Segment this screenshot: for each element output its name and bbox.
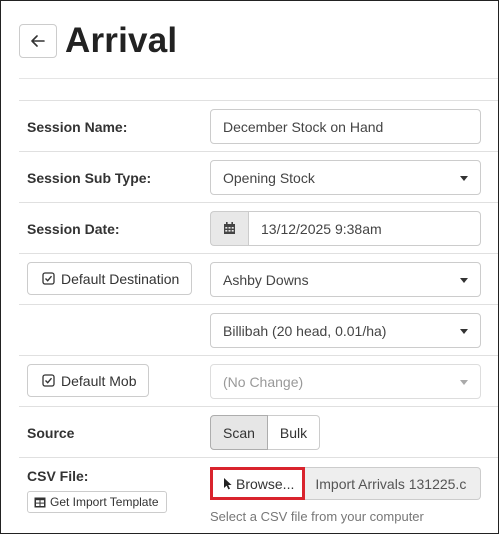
- caret-down-icon: [460, 278, 468, 283]
- destination-paddock-select[interactable]: Billibah (20 head, 0.01/ha): [210, 313, 481, 348]
- session-name-row: Session Name: December Stock on Hand: [19, 101, 498, 152]
- default-destination-button[interactable]: Default Destination: [27, 262, 193, 295]
- page-title: Arrival: [65, 21, 178, 60]
- destination-paddock-row: Billibah (20 head, 0.01/ha): [19, 305, 498, 356]
- default-mob-button[interactable]: Default Mob: [27, 364, 150, 397]
- source-bulk-button[interactable]: Bulk: [267, 415, 321, 450]
- source-label: Source: [27, 424, 75, 441]
- caret-down-icon: [460, 380, 468, 385]
- default-mob-value: (No Change): [223, 373, 304, 390]
- source-toggle-group: Scan Bulk: [210, 415, 321, 450]
- csv-file-label: CSV File:: [27, 468, 89, 484]
- default-mob-row: Default Mob (No Change): [19, 356, 498, 407]
- browse-label: Browse...: [236, 475, 295, 492]
- csv-help-text: Select a CSV file from your computer: [210, 509, 424, 524]
- session-date-row: Session Date: 13/12/2025 9:38am: [19, 203, 498, 254]
- session-name-input[interactable]: December Stock on Hand: [210, 109, 481, 144]
- csv-file-row: CSV File: Get Import Template Browse... …: [19, 458, 498, 533]
- destination-property-value: Ashby Downs: [223, 271, 309, 288]
- browse-button[interactable]: Browse...: [210, 467, 306, 500]
- session-form: Session Name: December Stock on Hand Ses…: [19, 100, 498, 533]
- session-sub-type-value: Opening Stock: [223, 169, 315, 186]
- default-destination-label: Default Destination: [61, 270, 180, 287]
- default-destination-row: Default Destination Ashby Downs: [19, 254, 498, 305]
- get-import-template-label: Get Import Template: [50, 495, 159, 509]
- calendar-icon: [223, 222, 236, 235]
- checkbox-checked-icon: [42, 272, 55, 285]
- header-divider: [19, 78, 498, 79]
- selected-file-name: Import Arrivals 131225.c: [305, 467, 481, 500]
- source-row: Source Scan Bulk: [19, 407, 498, 458]
- session-name-label: Session Name:: [27, 118, 128, 135]
- default-mob-label: Default Mob: [61, 372, 137, 389]
- csv-file-picker: Browse... Import Arrivals 131225.c: [210, 467, 481, 500]
- caret-down-icon: [460, 176, 468, 181]
- back-button[interactable]: [19, 24, 57, 58]
- calendar-button[interactable]: [210, 211, 248, 246]
- session-date-picker: 13/12/2025 9:38am: [210, 211, 481, 246]
- caret-down-icon: [460, 329, 468, 334]
- session-sub-type-select[interactable]: Opening Stock: [210, 160, 481, 195]
- cursor-pointer-icon: [223, 477, 233, 490]
- checkbox-checked-icon: [42, 374, 55, 387]
- arrival-page: Arrival Session Name: December Stock on …: [0, 0, 499, 534]
- default-mob-select: (No Change): [210, 364, 481, 399]
- table-icon: [34, 497, 46, 508]
- destination-property-select[interactable]: Ashby Downs: [210, 262, 481, 297]
- arrow-left-icon: [31, 35, 45, 47]
- session-date-label: Session Date:: [27, 220, 120, 237]
- session-sub-type-row: Session Sub Type: Opening Stock: [19, 152, 498, 203]
- destination-paddock-value: Billibah (20 head, 0.01/ha): [223, 322, 387, 339]
- session-sub-type-label: Session Sub Type:: [27, 169, 152, 186]
- source-scan-button[interactable]: Scan: [210, 415, 268, 450]
- get-import-template-button[interactable]: Get Import Template: [27, 491, 167, 513]
- session-date-input[interactable]: 13/12/2025 9:38am: [248, 211, 481, 246]
- page-header: Arrival: [19, 17, 177, 65]
